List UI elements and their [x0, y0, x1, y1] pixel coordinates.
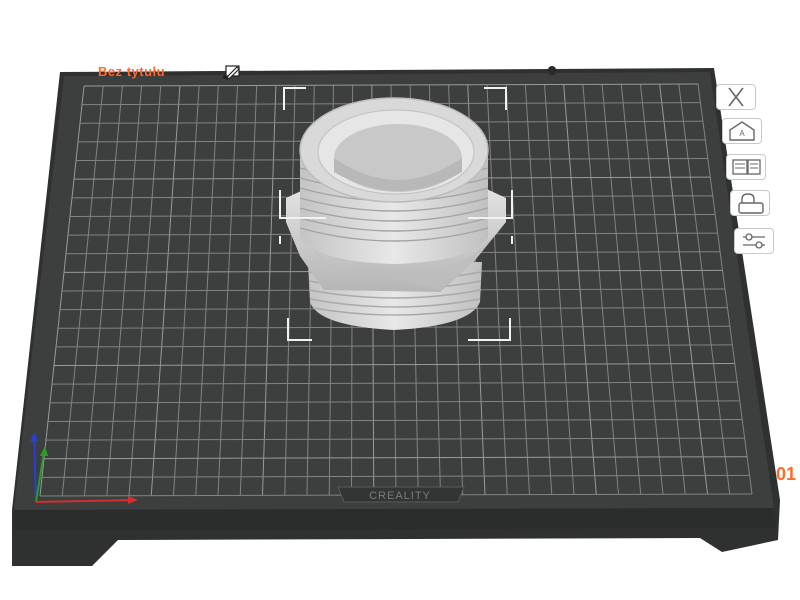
auto-arrange-button[interactable]: A — [722, 118, 762, 144]
lock-icon — [548, 66, 556, 75]
orient-button[interactable] — [726, 154, 766, 180]
brand-label: CREALITY — [369, 490, 431, 502]
plate-settings-button[interactable] — [734, 228, 774, 254]
build-plate-front-edge — [14, 508, 776, 530]
build-plate-viewport[interactable]: CREALITY — [0, 0, 800, 600]
arrange-icon: A — [729, 121, 755, 141]
lock-plate-button[interactable] — [730, 190, 770, 216]
lock-icon — [738, 193, 764, 214]
orient-icon — [732, 159, 761, 175]
close-icon — [728, 87, 744, 107]
svg-text:A: A — [739, 129, 745, 138]
delete-plate-button[interactable] — [716, 84, 756, 110]
plate-title[interactable]: Bez tytułu — [98, 64, 165, 79]
edit-icon[interactable] — [222, 64, 242, 80]
plate-number[interactable]: 01 — [776, 464, 796, 485]
model-threaded-fitting[interactable] — [286, 97, 506, 330]
settings-sliders-icon — [743, 233, 765, 249]
